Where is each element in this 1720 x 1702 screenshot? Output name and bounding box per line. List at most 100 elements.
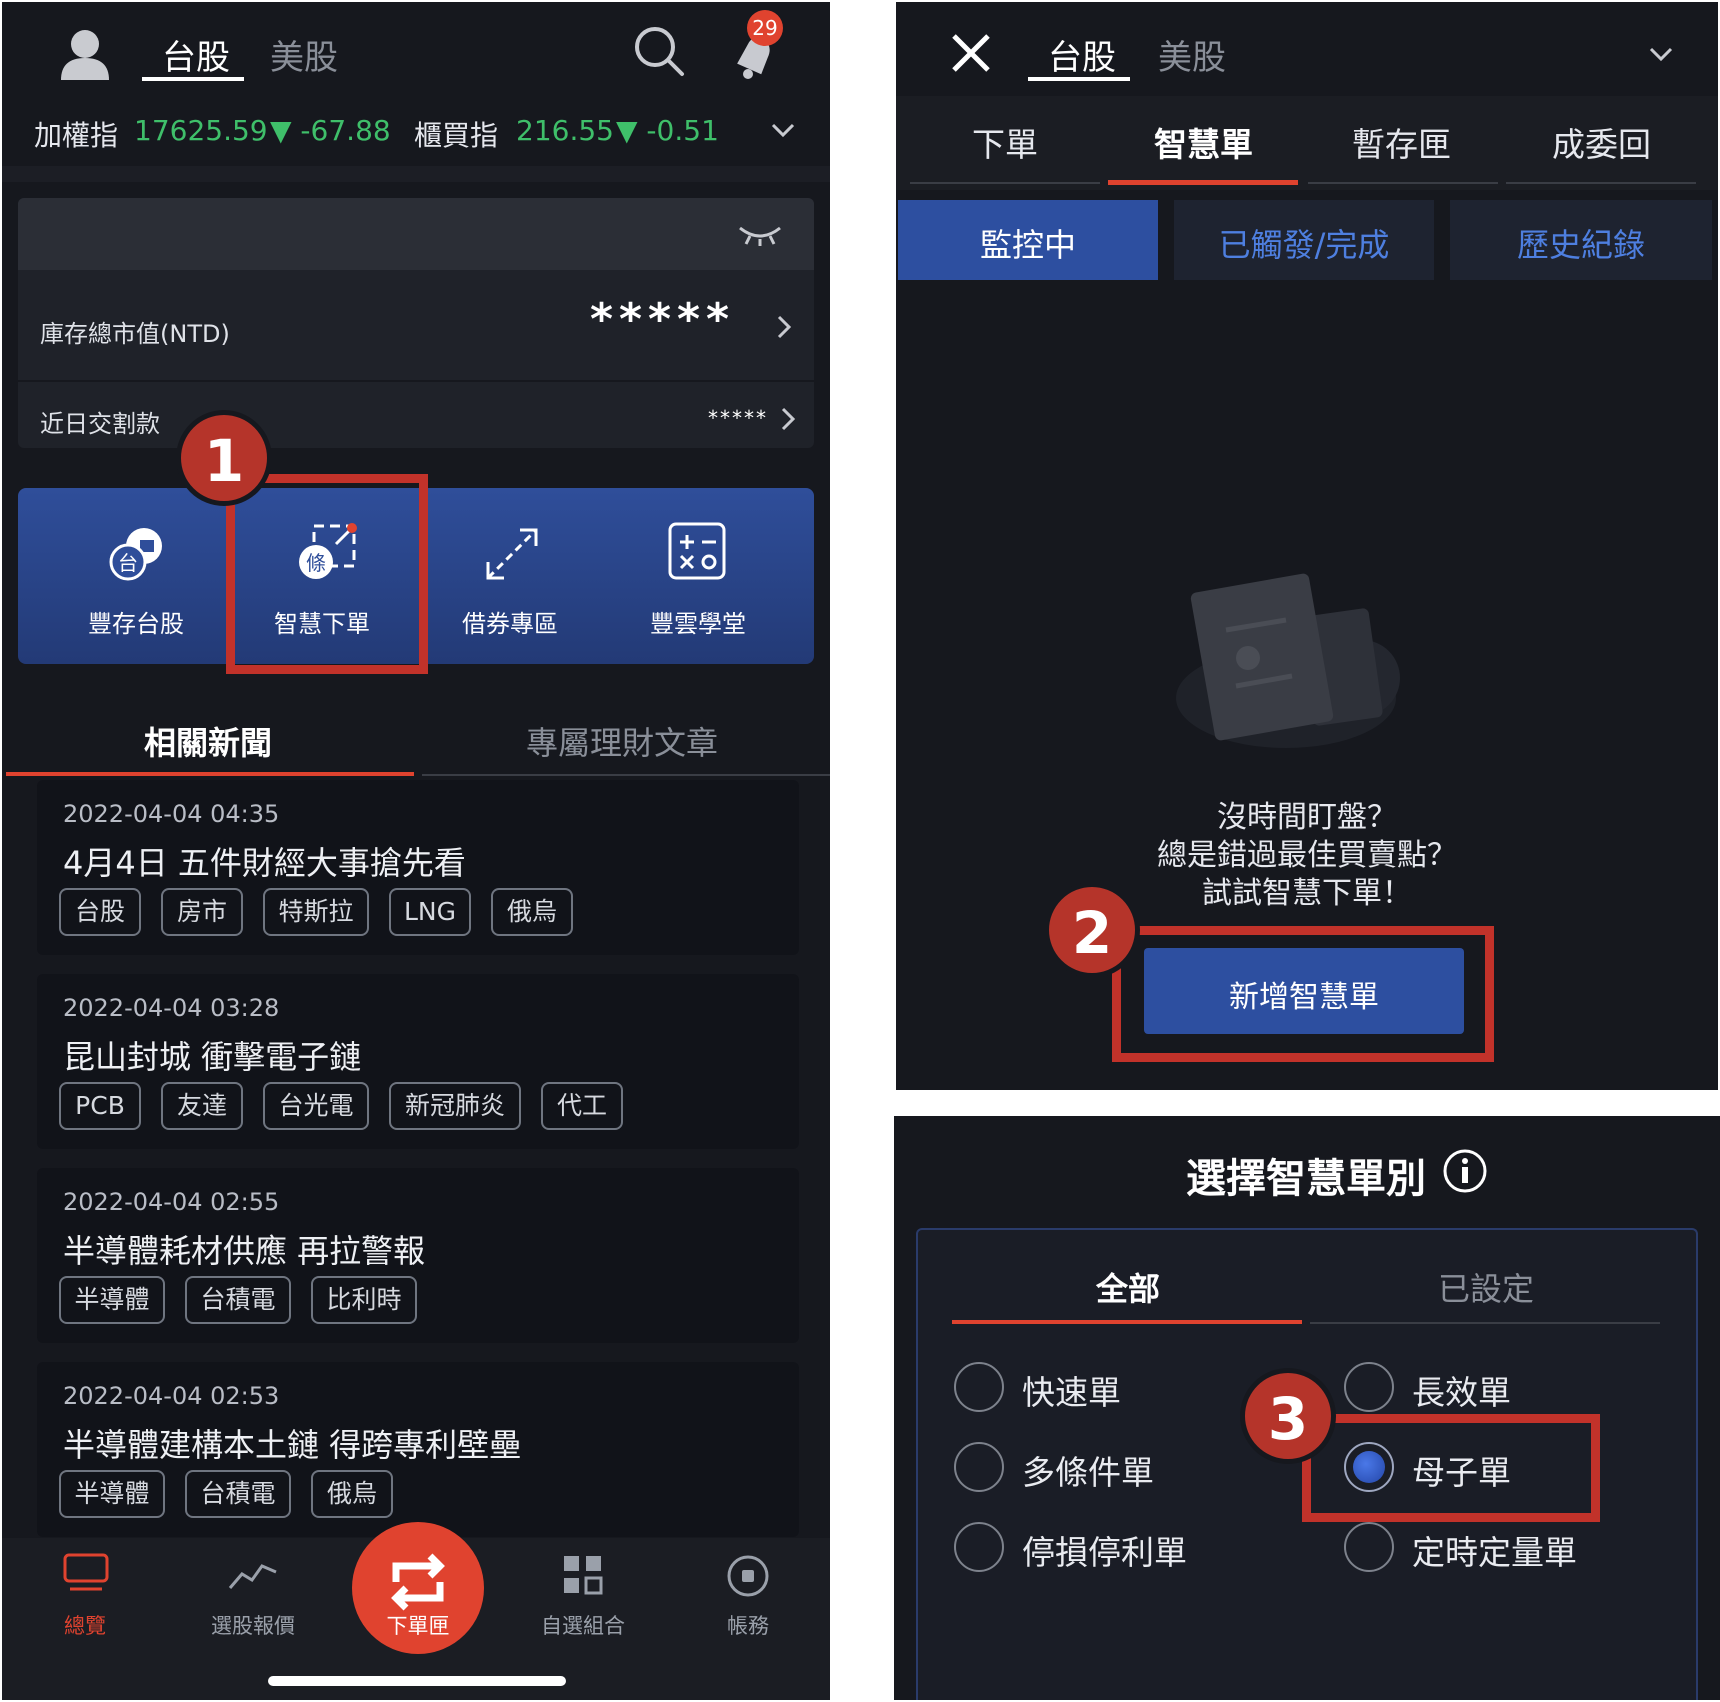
tab-underline <box>1308 182 1498 184</box>
tab-underline <box>910 182 1100 184</box>
portfolio-header <box>18 198 814 270</box>
subtab-label: 監控中 <box>979 226 1076 264</box>
subtab-monitoring[interactable]: 監控中 <box>898 200 1158 280</box>
notification-badge: 29 <box>747 10 783 46</box>
smart-order-screen: 台股 美股 下單 智慧單 暫存匣 成委回 監控中 已觸發/完成 歷史紀錄 沒時間… <box>896 2 1718 1090</box>
nav-quotes[interactable]: 選股報價 <box>178 1610 328 1640</box>
news-tag[interactable]: 房市 <box>161 888 243 936</box>
list-item[interactable]: 2022-04-04 02:55 半導體耗材供應 再拉警報 半導體 台積電 比利… <box>37 1168 799 1343</box>
tab-tw-stock[interactable]: 台股 <box>1048 30 1116 79</box>
tab-order[interactable]: 下單 <box>972 118 1038 166</box>
step-badge-3: 3 <box>1240 1368 1336 1464</box>
news-tag[interactable]: 俄烏 <box>311 1470 393 1518</box>
news-tag[interactable]: LNG <box>389 888 471 936</box>
tab-divider <box>422 774 830 776</box>
securities-lending-icon <box>480 522 544 586</box>
empty-message-line3: 試試智慧下單！ <box>1202 876 1412 911</box>
list-item[interactable]: 2022-04-04 04:35 4月4日 五件財經大事搶先看 台股 房市 特斯… <box>37 780 799 955</box>
news-tag[interactable]: 代工 <box>541 1082 623 1130</box>
news-tag[interactable]: 友達 <box>161 1082 243 1130</box>
market-value: ***** <box>590 294 736 345</box>
news-tag[interactable]: PCB <box>59 1082 141 1130</box>
tab-us-stock[interactable]: 美股 <box>1158 30 1226 79</box>
highlight-box-step1 <box>226 474 428 674</box>
left-phone-screen: 台股 美股 29 加權指 17625.59 ▼ -67.88 櫃買指 216.5… <box>2 2 830 1700</box>
tab-all[interactable]: 全部 <box>1096 1264 1160 1310</box>
nav-overview[interactable]: 總覽 <box>10 1610 160 1640</box>
news-title: 半導體建構本土鏈 得跨專利壁壘 <box>63 1426 522 1464</box>
quick-action-label[interactable]: 豐存台股 <box>46 604 226 639</box>
active-tab-indicator <box>6 772 414 776</box>
otc-label: 櫃買指 <box>414 119 499 152</box>
avatar[interactable] <box>57 24 113 80</box>
tab-finance-articles[interactable]: 專屬理財文章 <box>526 718 718 764</box>
chevron-down-icon[interactable] <box>1648 44 1674 64</box>
watchlist-grid-icon <box>562 1554 604 1596</box>
eye-closed-icon[interactable] <box>736 222 784 246</box>
otc-value: 216.55 <box>516 114 614 147</box>
quick-action-label[interactable]: 借券專區 <box>420 604 600 639</box>
trend-chart-icon <box>228 1556 278 1592</box>
order-fab-button[interactable]: 下單匣 <box>352 1522 484 1654</box>
radio-multi-condition-order[interactable] <box>954 1442 1004 1492</box>
news-tag[interactable]: 台光電 <box>263 1082 369 1130</box>
option-label: 停損停利單 <box>1022 1533 1187 1572</box>
tab-related-news[interactable]: 相關新聞 <box>144 718 272 764</box>
calculator-icon <box>666 520 728 582</box>
tab-smart-order[interactable]: 智慧單 <box>1154 118 1253 166</box>
quick-action-label[interactable]: 豐雲學堂 <box>608 604 788 639</box>
chevron-right-icon[interactable] <box>776 314 792 340</box>
radio-scheduled-order[interactable] <box>1344 1522 1394 1572</box>
tab-order-results[interactable]: 成委回 <box>1552 118 1651 166</box>
option-label: 快速單 <box>1022 1373 1121 1412</box>
news-tag[interactable]: 台積電 <box>185 1470 291 1518</box>
close-icon[interactable] <box>950 32 992 74</box>
tab-configured[interactable]: 已設定 <box>1438 1264 1534 1310</box>
subtab-history[interactable]: 歷史紀錄 <box>1450 200 1712 280</box>
taiex-value: 17625.59 <box>134 114 268 147</box>
list-item[interactable]: 2022-04-04 02:53 半導體建構本土鏈 得跨專利壁壘 半導體 台積電… <box>37 1362 799 1537</box>
chevron-right-icon[interactable] <box>780 406 796 432</box>
radio-stop-loss-take-profit[interactable] <box>954 1522 1004 1572</box>
taiex-label: 加權指 <box>34 119 119 152</box>
news-tag[interactable]: 台積電 <box>185 1276 291 1324</box>
news-tag[interactable]: 半導體 <box>59 1276 165 1324</box>
news-date: 2022-04-04 02:55 <box>63 1188 280 1216</box>
nav-watchlist[interactable]: 自選組合 <box>508 1610 658 1640</box>
market-value-label: 庫存總市值(NTD) <box>40 320 230 348</box>
news-tag[interactable]: 比利時 <box>311 1276 417 1324</box>
news-tag[interactable]: 台股 <box>59 888 141 936</box>
news-tag[interactable]: 特斯拉 <box>263 888 369 936</box>
tab-indicator <box>142 77 244 81</box>
news-title: 昆山封城 衝擊電子鏈 <box>63 1038 362 1076</box>
overview-icon <box>62 1552 110 1594</box>
news-tag[interactable]: 俄烏 <box>491 888 573 936</box>
home-indicator <box>268 1676 566 1686</box>
tab-tw-stock[interactable]: 台股 <box>162 30 230 79</box>
taiex-change: ▼ -67.88 <box>270 114 391 147</box>
news-date: 2022-04-04 02:53 <box>63 1382 280 1410</box>
news-date: 2022-04-04 04:35 <box>63 800 280 828</box>
news-tag[interactable]: 半導體 <box>59 1470 165 1518</box>
news-tag[interactable]: 新冠肺炎 <box>389 1082 521 1130</box>
list-item[interactable]: 2022-04-04 03:28 昆山封城 衝擊電子鏈 PCB 友達 台光電 新… <box>37 974 799 1149</box>
divider <box>2 166 830 182</box>
radio-quick-order[interactable] <box>954 1362 1004 1412</box>
option-label: 多條件單 <box>1022 1453 1154 1492</box>
smart-order-type-dialog: 選擇智慧單別 全部 已設定 快速單 長效單 多條件單 母子單 停損停利單 定時定… <box>894 1116 1720 1700</box>
news-date: 2022-04-04 03:28 <box>63 994 280 1022</box>
active-tab-indicator <box>1108 180 1298 185</box>
empty-state-illustration <box>1166 568 1406 758</box>
news-title: 4月4日 五件財經大事搶先看 <box>63 844 466 882</box>
subtab-label: 歷史紀錄 <box>1516 226 1645 264</box>
radio-long-term-order[interactable] <box>1344 1362 1394 1412</box>
info-icon[interactable] <box>1442 1148 1488 1194</box>
subtab-triggered[interactable]: 已觸發/完成 <box>1174 200 1434 280</box>
chevron-down-icon[interactable] <box>770 120 796 140</box>
search-icon[interactable] <box>632 24 686 78</box>
tab-us-stock[interactable]: 美股 <box>270 30 338 79</box>
tab-draft-box[interactable]: 暫存匣 <box>1352 118 1451 166</box>
step-badge-1: 1 <box>176 410 272 506</box>
settlement-value: ***** <box>708 406 768 430</box>
nav-account[interactable]: 帳務 <box>673 1610 823 1640</box>
